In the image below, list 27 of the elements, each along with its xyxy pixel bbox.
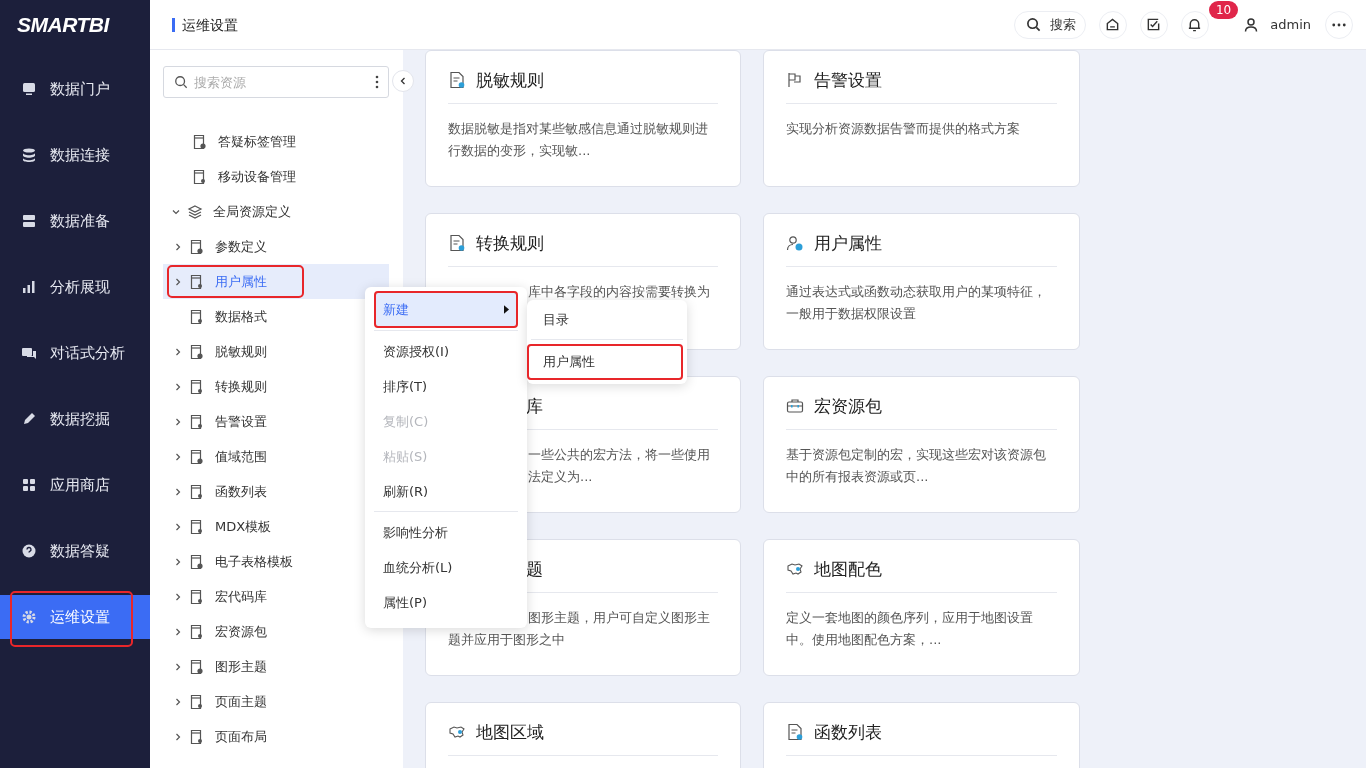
- card-title: 用户属性: [814, 231, 882, 255]
- card-title: 地图区域: [476, 720, 544, 744]
- card-description: 一些公共的宏方法，将一些使用: [527, 446, 711, 464]
- card-description: 法定义为...: [527, 468, 594, 486]
- card-title: 脱敏规则: [476, 68, 544, 92]
- card-description: 库中各字段的内容按需要转换为: [527, 283, 711, 301]
- card-description: 定义一套地图的颜色序列，应用于地图设置: [786, 609, 1034, 627]
- card-description: 通过表达式或函数动态获取用户的某项特征，: [786, 283, 1047, 301]
- card-description: 题并应用于图形之中: [448, 631, 566, 649]
- card-description: 行数据的变形，实现敏...: [448, 142, 592, 160]
- user-name: admin: [1270, 17, 1311, 32]
- card-title: 库: [525, 394, 543, 418]
- card-title: 转换规则: [476, 231, 544, 255]
- card-description: 基于资源包定制的宏，实现这些宏对该资源包: [786, 446, 1047, 464]
- card-description: 中。使用地图配色方案，...: [786, 631, 943, 649]
- card-description: 中的所有报表资源或页...: [786, 468, 930, 486]
- card-title: 宏资源包: [814, 394, 882, 418]
- card-description: 数据脱敏是指对某些敏感信息通过脱敏规则进: [448, 120, 709, 138]
- notification-badge: 10: [1209, 0, 1239, 19]
- card-title: 函数列表: [814, 720, 882, 744]
- card-title: 地图配色: [814, 557, 882, 581]
- logo: SMARTBI: [16, 12, 111, 38]
- card-title: 告警设置: [814, 68, 882, 92]
- card-description: 一般用于数据权限设置: [786, 305, 917, 323]
- card-description: 实现分析资源数据告警而提供的格式方案: [786, 120, 1021, 138]
- page-title: 运维设置: [172, 17, 238, 32]
- card-description: 图形主题，用户可自定义图形主: [527, 609, 711, 627]
